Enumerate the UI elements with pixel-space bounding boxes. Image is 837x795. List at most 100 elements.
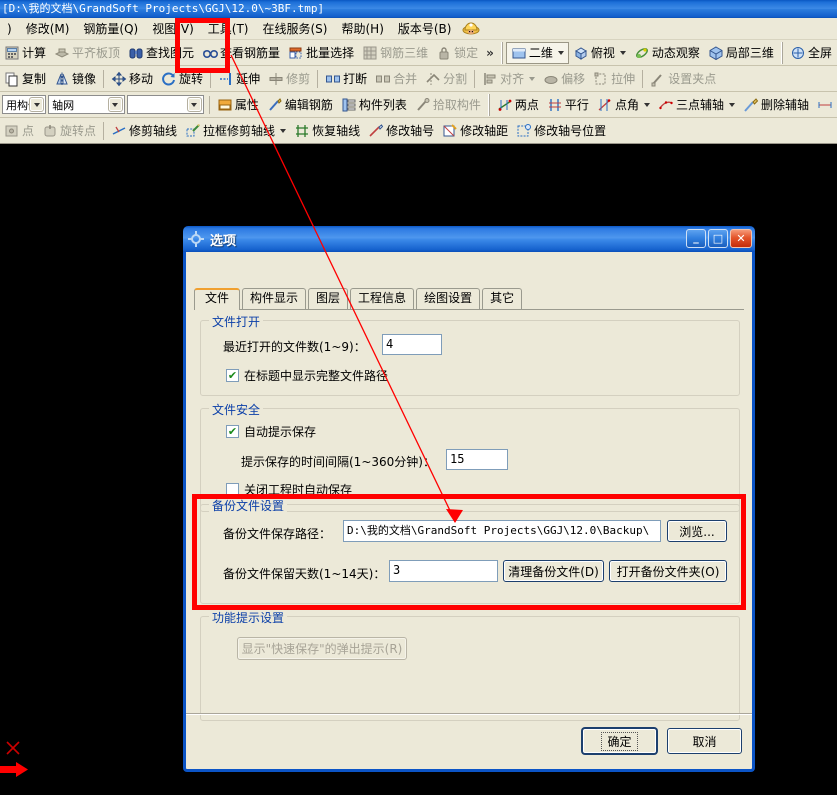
chevron-down-icon[interactable] [29, 97, 45, 112]
toolbar-button-batch-select[interactable]: 批量选择 [284, 42, 358, 64]
toolbar-button-align[interactable]: 对齐 [478, 68, 539, 90]
toolbar-button-2d[interactable]: 二维 [505, 41, 569, 64]
toolbar-button-box-trim-axis[interactable]: 拉框修剪轴线 [181, 120, 290, 142]
minimize-button[interactable]: _ [686, 229, 706, 248]
clean-backup-button[interactable]: 清理备份文件(D) [503, 560, 604, 582]
toolbar-button-stretch[interactable]: 拉伸 [589, 68, 639, 90]
properties-icon [217, 97, 233, 113]
chevron-down-icon[interactable] [619, 50, 626, 55]
show-full-path-checkbox[interactable]: 在标题中显示完整文件路径 [226, 367, 388, 384]
toolbar-button-restore-axis[interactable]: 恢复轴线 [290, 120, 364, 142]
toolbar-button-view-rebar-qty[interactable]: 查看钢筋量 [198, 42, 284, 64]
toolbar-button-two-point[interactable]: 两点 [493, 94, 543, 116]
toolbar-button-orbit[interactable]: 动态观察 [630, 42, 704, 64]
menu-item-help[interactable]: 帮助(H) [334, 19, 390, 39]
chevron-down-icon[interactable] [186, 97, 202, 112]
toolbar-button-move[interactable]: 移动 [107, 68, 157, 90]
three-point-axis-icon [658, 97, 674, 113]
tab-layer[interactable]: 图层 [308, 288, 349, 309]
component-type-combo[interactable]: 用构件: [2, 95, 47, 114]
toolbar-button-top-view-label: 俯视 [590, 45, 615, 60]
toolbar-button-dim[interactable] [813, 94, 837, 116]
toolbar-button-delete-axis[interactable]: 删除辅轴 [739, 94, 813, 116]
toolbar-button-break[interactable]: 打断 [321, 68, 371, 90]
menu-item-0[interactable]: ) [0, 19, 19, 39]
tab-other[interactable]: 其它 [482, 288, 523, 309]
toolbar-button-merge[interactable]: 合并 [371, 68, 421, 90]
toolbar-button-rotate[interactable]: 旋转 [157, 68, 207, 90]
edit-axis-spacing-icon [442, 123, 458, 139]
toolbar-button-three-point-axis[interactable]: 三点辅轴 [654, 94, 739, 116]
toolbar-button-rotate-point[interactable]: 旋转点 [38, 120, 100, 142]
backup-path-label: 备份文件保存路径： [223, 527, 332, 541]
toolbar-button-top-view[interactable]: 俯视 [569, 42, 630, 64]
toolbar-button-lock[interactable]: 锁定 [432, 42, 482, 64]
toolbar-button-mirror[interactable]: 镜像 [50, 68, 100, 90]
menu-item-modify[interactable]: 修改(M) [19, 19, 77, 39]
toolbar-button-edit-axis-number-pos[interactable]: 修改轴号位置 [512, 120, 610, 142]
toolbar-button-parallel[interactable]: 平行 [543, 94, 593, 116]
toolbar-button-edit-rebar[interactable]: 编辑钢筋 [263, 94, 337, 116]
ok-button[interactable]: 确定 [582, 728, 657, 754]
auto-save-on-close-checkbox[interactable]: 关闭工程时自动保存 [226, 481, 352, 498]
toolbar-button-fullscreen-label: 全屏 [807, 45, 832, 60]
menu-item-rebar-qty[interactable]: 钢筋量(Q) [76, 19, 145, 39]
toolbar-button-point-angle[interactable]: 点角 [593, 94, 654, 116]
toolbar-button-slab-top-label: 平齐板顶 [72, 45, 121, 60]
toolbar-button-point[interactable]: 点 [0, 120, 38, 142]
close-button[interactable]: ✕ [730, 229, 752, 248]
quick-save-tip-button[interactable]: 显示"快速保存"的弹出提示(R) [237, 637, 407, 660]
toolbar-button-offset[interactable]: 偏移 [539, 68, 589, 90]
toolbar-button-copy[interactable]: 复制 [0, 68, 50, 90]
chevron-down-icon[interactable] [107, 97, 123, 112]
toolbar-button-component-list[interactable]: 构件列表 [337, 94, 411, 116]
toolbar-button-batch-select-label: 批量选择 [306, 45, 355, 60]
chevron-down-icon[interactable] [529, 76, 536, 81]
toolbar-button-edit-axis-spacing[interactable]: 修改轴距 [438, 120, 512, 142]
toolbar-button-pick-component[interactable]: 拾取构件 [411, 94, 485, 116]
toolbar-button-rebar-3d-label: 钢筋三维 [380, 45, 429, 60]
chevron-down-icon[interactable] [557, 50, 564, 55]
options-dialog-titlebar[interactable]: 选项 _ □ ✕ [183, 226, 755, 252]
toolbar-overflow-button[interactable]: » [482, 46, 498, 60]
backup-keep-days-input[interactable]: 3 [389, 560, 498, 582]
menu-item-version[interactable]: 版本号(B) [391, 19, 459, 39]
component-instance-combo[interactable] [126, 95, 204, 114]
auto-save-on-close-label: 关闭工程时自动保存 [244, 483, 353, 497]
toolbar-button-trim-axis[interactable]: 修剪轴线 [107, 120, 181, 142]
backup-path-input[interactable]: D:\我的文档\GrandSoft Projects\GGJ\12.0\Back… [343, 520, 661, 542]
auto-prompt-save-checkbox[interactable]: 自动提示保存 [226, 423, 316, 440]
chevron-down-icon[interactable] [280, 128, 287, 133]
toolbar-button-set-grip[interactable]: 设置夹点 [646, 68, 720, 90]
menu-item-tools[interactable]: 工具(T) [201, 19, 256, 39]
tab-drawing-settings[interactable]: 绘图设置 [416, 288, 481, 309]
open-backup-folder-button[interactable]: 打开备份文件夹(O) [609, 560, 727, 582]
save-interval-input[interactable]: 15 [446, 449, 508, 470]
toolbar-button-split[interactable]: 分割 [421, 68, 471, 90]
toolbar-button-properties[interactable]: 属性 [213, 94, 263, 116]
chevron-down-icon[interactable] [728, 102, 735, 107]
cancel-button[interactable]: 取消 [667, 728, 742, 754]
browse-button[interactable]: 浏览... [667, 520, 727, 542]
pick-component-icon [415, 97, 431, 113]
helmet-icon[interactable] [458, 18, 487, 39]
toolbar-button-find-element[interactable]: 查找图元 [124, 42, 198, 64]
toolbar-button-calc[interactable]: 计算 [0, 42, 50, 64]
toolbar-button-rebar-3d[interactable]: 钢筋三维 [358, 42, 432, 64]
component-name-combo[interactable]: 轴网 [48, 95, 125, 114]
menu-item-view[interactable]: 视图(V) [145, 19, 201, 39]
toolbar-button-local-3d[interactable]: 局部三维 [704, 42, 778, 64]
tab-project-info[interactable]: 工程信息 [350, 288, 415, 309]
toolbar-button-edit-axis-number[interactable]: 修改轴号 [364, 120, 438, 142]
toolbar-button-extend[interactable]: 延伸 [214, 68, 264, 90]
recent-files-input[interactable]: 4 [382, 334, 442, 355]
toolbar-button-local-3d-label: 局部三维 [725, 45, 774, 60]
tab-file[interactable]: 文件 [194, 288, 241, 310]
chevron-down-icon[interactable] [643, 102, 650, 107]
toolbar-button-fullscreen[interactable]: 全屏 [786, 42, 836, 64]
toolbar-button-slab-top[interactable]: 平齐板顶 [50, 42, 124, 64]
tab-component-display[interactable]: 构件显示 [242, 288, 307, 309]
menu-item-online-service[interactable]: 在线服务(S) [256, 19, 335, 39]
toolbar-button-trim[interactable]: 修剪 [264, 68, 314, 90]
maximize-button[interactable]: □ [708, 229, 728, 248]
